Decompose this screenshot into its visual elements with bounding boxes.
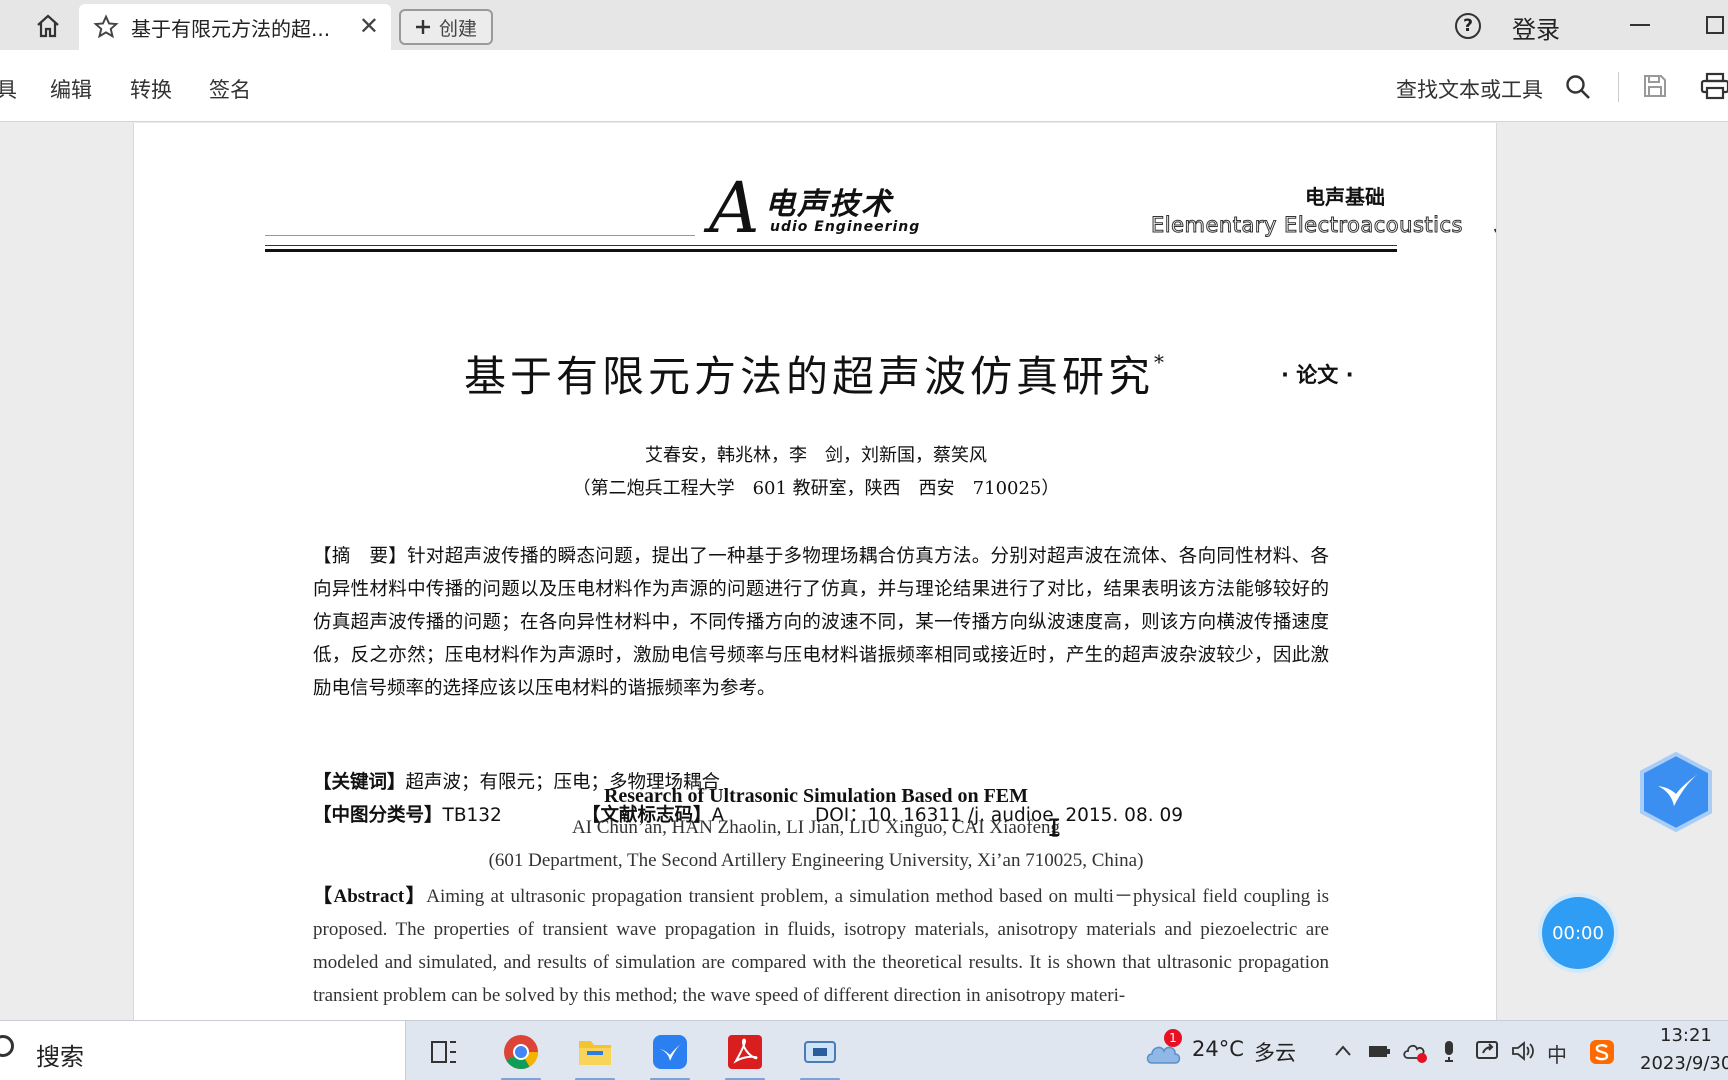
clock-time[interactable]: 13:21: [1660, 1025, 1712, 1046]
abstract-en-label: 【Abstract】: [313, 886, 427, 907]
save-icon[interactable]: [1643, 74, 1667, 98]
floating-assistant-icon[interactable]: [1636, 750, 1716, 834]
weather-temperature[interactable]: 24°C: [1192, 1037, 1244, 1061]
abstract-cn: 【摘 要】针对超声波传播的瞬态问题，提出了一种基于多物理场耦合仿真方法。分别对超…: [313, 546, 1329, 699]
create-button[interactable]: 创建: [399, 9, 493, 45]
toolbar-separator: [1618, 72, 1619, 102]
journal-logo-letter: A: [709, 167, 760, 249]
pdf-page: A 电声技术 udio Engineering 电声基础 Elementary …: [133, 123, 1497, 1020]
folder-icon: [579, 1041, 611, 1065]
minimize-icon[interactable]: [1630, 24, 1650, 26]
taskbar-feishu[interactable]: [646, 1029, 694, 1080]
paper-type-label: · 论文 ·: [1281, 363, 1354, 387]
microphone-icon[interactable]: [1441, 1039, 1457, 1063]
journal-header: A 电声技术 udio Engineering 电声基础 Elementary …: [265, 167, 1496, 252]
authors-cn: 艾春安，韩兆林，李 剑，刘新国，蔡笑风: [645, 445, 987, 466]
paper-title-en: Research of Ultrasonic Simulation Based …: [603, 785, 1029, 807]
journal-name-cn: 电声技术: [765, 187, 893, 222]
battery-icon[interactable]: [1367, 1041, 1391, 1061]
tab-title: 基于有限元方法的超...: [131, 16, 331, 41]
volume-icon[interactable]: [1510, 1039, 1536, 1063]
taskbar: 搜索 1 24°C 多云 中 13:21 2023/9/30: [0, 1020, 1728, 1080]
ime-indicator[interactable]: 中: [1547, 1039, 1567, 1068]
plus-icon: [415, 20, 430, 34]
section-name-cn: 电声基础: [1305, 185, 1385, 209]
abstract-en-text: Aiming at ultrasonic propagation transie…: [313, 886, 1330, 1006]
chevron-up-icon[interactable]: [1334, 1043, 1352, 1057]
home-button[interactable]: [26, 8, 70, 44]
title-footnote-mark: *: [1154, 350, 1168, 374]
search-icon[interactable]: [1565, 74, 1591, 100]
pdf-reader-icon: [728, 1035, 762, 1069]
maximize-icon[interactable]: [1706, 16, 1724, 34]
find-text-or-tool[interactable]: 查找文本或工具: [1396, 74, 1543, 104]
weather-description[interactable]: 多云: [1254, 1037, 1296, 1067]
cloud-sync-icon[interactable]: [1402, 1041, 1428, 1063]
chrome-icon: [504, 1035, 538, 1069]
menu-convert[interactable]: 转换: [130, 74, 172, 104]
sogou-ime-icon[interactable]: [1589, 1039, 1615, 1065]
tab-bar: 基于有限元方法的超... ✕ 创建 ? 登录: [0, 0, 1728, 50]
taskbar-search[interactable]: 搜索: [0, 1021, 406, 1080]
document-viewer[interactable]: A 电声技术 udio Engineering 电声基础 Elementary …: [0, 123, 1728, 1020]
close-tab-icon[interactable]: ✕: [359, 14, 379, 38]
task-view-icon: [431, 1041, 456, 1063]
clock-date[interactable]: 2023/9/30: [1640, 1053, 1728, 1074]
taskbar-search-icon: [0, 1035, 14, 1057]
header-rule-thick: [265, 249, 1397, 252]
print-icon[interactable]: [1700, 72, 1728, 100]
taskbar-acrobat[interactable]: [721, 1029, 769, 1080]
recording-timer[interactable]: 00:00: [1542, 897, 1614, 969]
menu-edit[interactable]: 编辑: [50, 74, 92, 104]
menu-sign[interactable]: 签名: [209, 74, 251, 104]
affiliation-cn: （第二炮兵工程大学 601 教研室，陕西 西安 710025）: [572, 478, 1060, 499]
text-cursor-icon: I: [1047, 814, 1062, 842]
taskbar-file-explorer[interactable]: [571, 1029, 619, 1080]
taskbar-chrome[interactable]: [497, 1029, 545, 1080]
taskbar-search-label: 搜索: [36, 1043, 84, 1071]
create-label: 创建: [438, 17, 477, 40]
bird-app-icon: [653, 1035, 687, 1069]
affiliation-en: (601 Department, The Second Artillery En…: [488, 850, 1144, 871]
star-icon[interactable]: [93, 14, 119, 40]
abstract-en: 【Abstract】Aiming at ultrasonic propagati…: [313, 880, 1329, 1012]
screen-share-icon[interactable]: [1475, 1039, 1499, 1063]
weather-badge: 1: [1164, 1029, 1182, 1047]
journal-name-en: udio Engineering: [770, 219, 921, 235]
section-swirl-icon: [1493, 228, 1496, 233]
screen-recorder-icon: [804, 1041, 836, 1063]
document-tab[interactable]: 基于有限元方法的超... ✕: [79, 4, 391, 50]
help-icon[interactable]: ?: [1455, 13, 1481, 39]
header-rule-thin: [265, 245, 1397, 246]
taskbar-recorder[interactable]: [796, 1029, 844, 1080]
toolbar: 具 编辑 转换 签名 查找文本或工具: [0, 50, 1728, 122]
header-rule-light: [265, 235, 695, 236]
menu-tools[interactable]: 具: [0, 74, 17, 104]
home-icon: [37, 14, 59, 38]
section-name-en: Elementary Electroacoustics: [1151, 213, 1463, 238]
paper-title-text: 基于有限元方法的超声波仿真研究: [463, 352, 1154, 401]
task-view-button[interactable]: [420, 1029, 468, 1075]
authors-en: AI Chun’an, HAN Zhaolin, LI Jian, LIU Xi…: [571, 817, 1061, 838]
login-button[interactable]: 登录: [1512, 10, 1560, 45]
